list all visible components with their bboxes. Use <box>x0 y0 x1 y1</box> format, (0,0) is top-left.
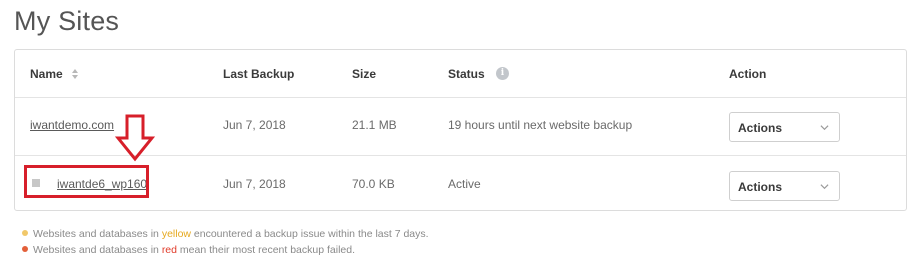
status-cell: 19 hours until next website backup <box>448 118 633 132</box>
last-backup-cell: Jun 7, 2018 <box>223 177 286 191</box>
page-title: My Sites <box>14 6 120 36</box>
legend-text: Websites and databases in <box>33 228 162 240</box>
header-name[interactable]: Name <box>30 67 63 81</box>
actions-dropdown-label: Actions <box>738 121 783 135</box>
page: My Sites Name Last Backup Size Status i … <box>0 0 920 260</box>
size-cell: 70.0 KB <box>352 177 395 191</box>
site-link[interactable]: iwantdemo.com <box>30 118 114 132</box>
size-cell: 21.1 MB <box>352 118 397 132</box>
sort-icon[interactable] <box>72 69 78 79</box>
legend-keyword: yellow <box>161 228 191 240</box>
chevron-down-icon <box>820 184 829 190</box>
table-header: Name Last Backup Size Status i Action <box>15 50 906 98</box>
info-icon[interactable]: i <box>496 67 509 80</box>
legend-text: encountered a backup issue within the la… <box>191 228 429 240</box>
legend-text: Websites and databases in <box>33 244 162 256</box>
header-size: Size <box>352 67 377 81</box>
legend-red: Websites and databases in red mean their… <box>22 244 355 256</box>
yellow-dot-icon <box>22 230 28 236</box>
down-arrow-icon <box>115 114 155 162</box>
header-status: Status <box>448 67 485 81</box>
actions-dropdown-label: Actions <box>738 180 783 194</box>
actions-dropdown[interactable]: Actions <box>729 112 840 142</box>
legend-keyword: red <box>161 244 177 256</box>
header-action: Action <box>729 67 767 81</box>
last-backup-cell: Jun 7, 2018 <box>223 118 286 132</box>
legend-yellow: Websites and databases in yellow encount… <box>22 228 429 240</box>
highlight-box <box>24 165 149 198</box>
status-cell: Active <box>448 177 481 191</box>
header-last-backup: Last Backup <box>223 67 295 81</box>
chevron-down-icon <box>820 125 829 131</box>
legend-text: mean their most recent backup failed. <box>177 244 356 256</box>
red-dot-icon <box>22 246 28 252</box>
actions-dropdown[interactable]: Actions <box>729 171 840 201</box>
